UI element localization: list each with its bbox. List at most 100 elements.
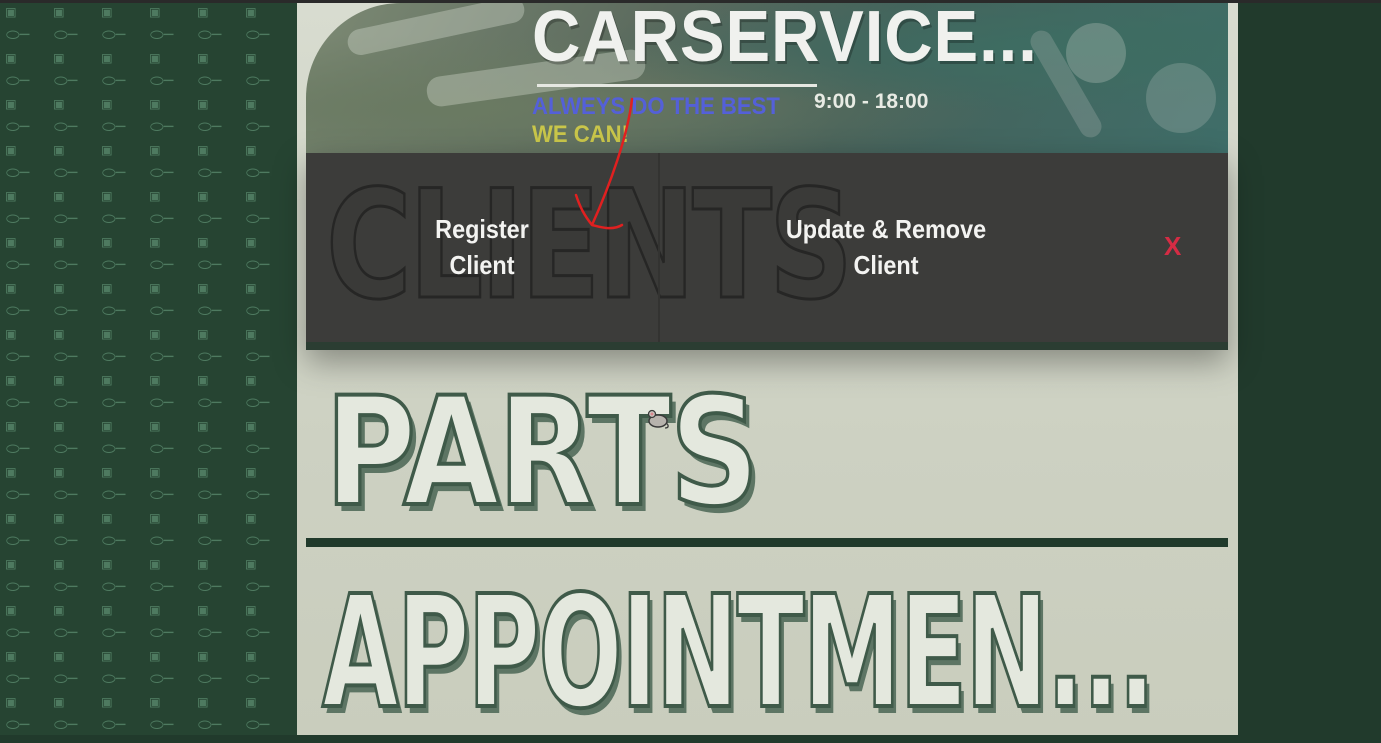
key-icon: ⬭─ [150,439,174,458]
key-icon: ⬭─ [198,347,222,366]
car-icon: ▣ [6,2,16,21]
key-icon: ⬭─ [246,117,270,136]
car-icon: ▣ [246,462,256,481]
register-client-label-line1: Register [435,214,529,244]
car-icon: ▣ [198,462,208,481]
key-icon: ⬭─ [54,117,78,136]
car-icon: ▣ [150,600,160,619]
key-icon: ⬭─ [6,25,30,44]
car-icon: ▣ [102,508,112,527]
key-icon: ⬭─ [150,715,174,734]
car-icon: ▣ [54,48,64,67]
car-icon: ▣ [198,186,208,205]
car-icon: ▣ [102,600,112,619]
key-icon: ⬭─ [246,163,270,182]
car-icon: ▣ [54,462,64,481]
key-icon: ⬭─ [198,163,222,182]
car-icon: ▣ [246,324,256,343]
key-icon: ⬭─ [54,347,78,366]
car-icon: ▣ [198,370,208,389]
car-icon: ▣ [54,508,64,527]
car-icon: ▣ [150,324,160,343]
key-icon: ⬭─ [6,347,30,366]
key-icon: ⬭─ [54,577,78,596]
key-icon: ⬭─ [198,715,222,734]
key-icon: ⬭─ [150,577,174,596]
key-icon: ⬭─ [6,531,30,550]
car-icon: ▣ [198,324,208,343]
key-icon: ⬭─ [6,117,30,136]
clients-menu-panel: CLIENTS Register Client Update & Remove … [306,153,1228,350]
close-menu-button[interactable]: X [1164,231,1181,262]
key-icon: ⬭─ [102,577,126,596]
car-icon: ▣ [198,2,208,21]
key-icon: ⬭─ [102,71,126,90]
car-icon: ▣ [102,416,112,435]
car-icon: ▣ [150,416,160,435]
appointments-section-link[interactable]: APPOINTMEN... [321,571,1157,735]
key-icon: ⬭─ [198,485,222,504]
car-icon: ▣ [6,324,16,343]
key-icon: ⬭─ [6,485,30,504]
key-icon: ⬭─ [102,301,126,320]
key-icon: ⬭─ [102,347,126,366]
car-icon: ▣ [150,462,160,481]
car-icon: ▣ [150,692,160,711]
key-icon: ⬭─ [198,301,222,320]
car-icon: ▣ [198,278,208,297]
car-icon: ▣ [198,600,208,619]
key-icon: ⬭─ [102,439,126,458]
key-icon: ⬭─ [198,577,222,596]
car-icon: ▣ [54,692,64,711]
car-key-pattern: ▣ ▣ ▣ ▣ ▣ ▣ ⬭─ ⬭─ ⬭─ ⬭─ ⬭─ ⬭─ ▣ ▣ ▣ ▣ ▣ ▣ ⬭─ ⬭─ ⬭─ ⬭─ ⬭─ ⬭─ ▣ ▣ ▣ ▣… [6,0,294,735]
key-icon: ⬭─ [246,255,270,274]
key-icon: ⬭─ [54,25,78,44]
key-icon: ⬭─ [198,25,222,44]
annotation-arrow [574,97,634,230]
car-icon: ▣ [198,692,208,711]
key-icon: ⬭─ [150,485,174,504]
car-icon: ▣ [102,48,112,67]
key-icon: ⬭─ [246,347,270,366]
update-remove-client-button[interactable]: Update & Remove Client [760,211,1012,283]
car-icon: ▣ [198,416,208,435]
car-icon: ▣ [102,140,112,159]
car-icon: ▣ [102,278,112,297]
car-icon: ▣ [102,646,112,665]
car-icon: ▣ [102,324,112,343]
car-icon: ▣ [54,554,64,573]
car-icon: ▣ [6,508,16,527]
key-icon: ⬭─ [6,623,30,642]
socket-shape [1146,63,1216,133]
key-icon: ⬭─ [150,623,174,642]
car-icon: ▣ [6,94,16,113]
car-icon: ▣ [198,646,208,665]
key-icon: ⬭─ [54,71,78,90]
key-icon: ⬭─ [54,209,78,228]
menu-divider [658,153,660,342]
car-icon: ▣ [246,140,256,159]
car-icon: ▣ [6,232,16,251]
key-icon: ⬭─ [246,623,270,642]
car-icon: ▣ [150,48,160,67]
car-icon: ▣ [150,370,160,389]
car-icon: ▣ [150,278,160,297]
car-icon: ▣ [6,646,16,665]
socket-shape [1066,23,1126,83]
register-client-button[interactable]: Register Client [410,211,554,283]
key-icon: ⬭─ [54,531,78,550]
key-icon: ⬭─ [54,163,78,182]
car-icon: ▣ [246,600,256,619]
car-icon: ▣ [198,94,208,113]
key-icon: ⬭─ [150,25,174,44]
car-icon: ▣ [246,94,256,113]
parts-section-link[interactable]: PARTS [323,376,761,530]
key-icon: ⬭─ [6,577,30,596]
car-icon: ▣ [54,278,64,297]
car-icon: ▣ [54,600,64,619]
key-icon: ⬭─ [102,531,126,550]
key-icon: ⬭─ [198,117,222,136]
car-icon: ▣ [246,2,256,21]
key-icon: ⬭─ [198,71,222,90]
key-icon: ⬭─ [246,531,270,550]
